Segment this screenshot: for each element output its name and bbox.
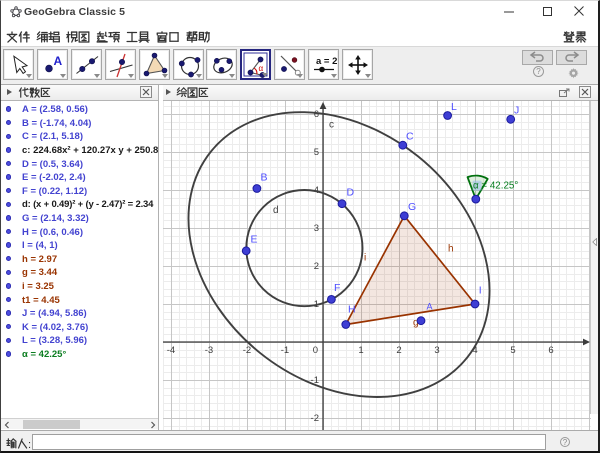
svg-text:α: α [259, 64, 264, 73]
svg-text:A: A [54, 54, 63, 68]
svg-text:-2: -2 [311, 413, 319, 424]
svg-text:6: 6 [314, 109, 319, 120]
svg-text:5: 5 [314, 147, 319, 158]
svg-text:3: 3 [434, 345, 439, 356]
svg-text:-3: -3 [205, 345, 213, 356]
svg-text:2: 2 [314, 261, 319, 272]
svg-text:a = 2: a = 2 [316, 56, 337, 67]
svg-text:1: 1 [358, 345, 363, 356]
svg-text:I: I [479, 285, 482, 297]
svg-text:3: 3 [314, 223, 319, 234]
svg-text:E: E [251, 234, 258, 246]
svg-text:α = 42.25°: α = 42.25° [473, 181, 518, 192]
svg-text:C: C [406, 131, 414, 143]
svg-text:-2: -2 [243, 345, 251, 356]
svg-text:D: D [347, 187, 355, 199]
svg-text:-4: -4 [167, 345, 175, 356]
svg-text:J: J [514, 105, 519, 117]
svg-text:c: c [329, 120, 334, 131]
svg-text:5: 5 [510, 345, 515, 356]
svg-text:G: G [408, 201, 416, 213]
svg-text:2: 2 [396, 345, 401, 356]
svg-text:H: H [348, 304, 356, 316]
svg-text:h: h [448, 244, 454, 255]
svg-text:d: d [273, 205, 279, 216]
svg-text:B: B [261, 172, 268, 184]
svg-text:-1: -1 [281, 345, 289, 356]
svg-text:6: 6 [548, 345, 553, 356]
svg-text:L: L [451, 101, 457, 113]
svg-text:0: 0 [313, 345, 318, 356]
svg-text:A: A [427, 302, 433, 312]
svg-text:i: i [364, 253, 366, 264]
svg-text:F: F [334, 282, 340, 294]
